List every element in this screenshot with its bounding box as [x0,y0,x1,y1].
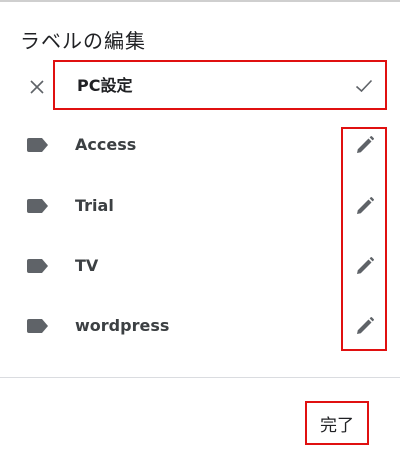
dialog-title: ラベルの編集 [20,29,146,53]
confirm-edit-button[interactable] [353,75,375,97]
edit-labels-dialog: ラベルの編集 Access Trial [0,0,400,471]
edit-label-button-tv[interactable] [354,255,376,277]
pencil-icon [357,197,374,214]
label-tag-icon [27,138,48,152]
pencil-icon [357,317,374,334]
label-name: TV [75,256,99,275]
label-tag-icon [27,199,48,213]
label-tag-icon [27,319,48,333]
label-name-input[interactable] [77,74,327,93]
label-row-wordpress: wordpress [0,299,400,359]
label-tag-icon [27,259,48,273]
check-icon [355,79,373,93]
done-button-highlight: 完了 [305,401,369,445]
label-edit-row [53,60,387,110]
label-row-trial: Trial [0,179,400,239]
cancel-edit-button[interactable] [26,76,48,98]
edit-label-button-access[interactable] [354,134,376,156]
done-button[interactable]: 完了 [307,403,367,443]
label-row-access: Access [0,118,400,178]
label-row-tv: TV [0,239,400,299]
dialog-top-edge [0,0,400,2]
pencil-icon [357,136,374,153]
label-name: wordpress [75,316,170,335]
edit-label-button-wordpress[interactable] [354,315,376,337]
label-name: Trial [75,196,114,215]
label-name: Access [75,135,137,154]
edit-label-button-trial[interactable] [354,195,376,217]
footer-divider [0,377,400,378]
pencil-icon [357,257,374,274]
close-icon [30,80,44,94]
